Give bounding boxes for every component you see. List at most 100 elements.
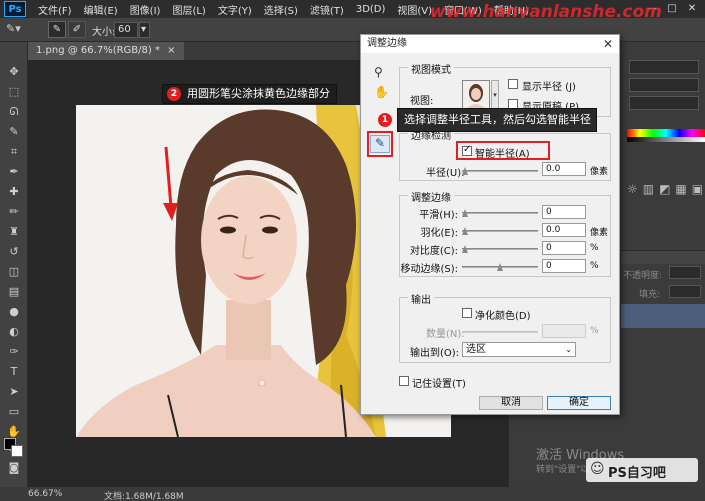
output-to-label: 输出到(O): <box>410 348 460 359</box>
feather-slider-knob[interactable] <box>462 227 468 235</box>
feather-label: 羽化(E): <box>420 228 459 239</box>
color-value-r[interactable] <box>629 60 699 74</box>
eyedropper-tool-icon[interactable]: ✒ <box>5 164 23 180</box>
active-layer-row[interactable] <box>621 304 705 328</box>
quick-select-tool-icon[interactable]: ✎ <box>5 124 23 140</box>
gradient-tool-icon[interactable]: ▤ <box>5 284 23 300</box>
contrast-unit: % <box>590 243 599 253</box>
path-select-tool-icon[interactable]: ➤ <box>5 384 23 400</box>
contrast-label: 对比度(C): <box>409 246 458 257</box>
document-tab-close[interactable]: × <box>167 45 175 56</box>
brush-subtract-icon[interactable]: ✐ <box>68 21 86 38</box>
output-group: 输出 净化颜色(D) 数量(N): % 输出到(O): 选区 ⌄ <box>399 291 611 363</box>
crop-tool-icon[interactable]: ⌗ <box>5 144 23 160</box>
output-to-dropdown-icon: ⌄ <box>565 345 572 354</box>
size-input[interactable]: 60 <box>114 22 138 38</box>
size-dropdown-icon[interactable]: ▾ <box>139 22 150 38</box>
shift-edge-input[interactable]: 0 <box>542 259 586 273</box>
feather-slider[interactable] <box>462 227 538 235</box>
color-value-b[interactable] <box>629 96 699 110</box>
feather-input[interactable]: 0.0 <box>542 223 586 237</box>
step-1-badge: 1 <box>378 113 392 127</box>
color-value-g[interactable] <box>629 78 699 92</box>
cancel-button[interactable]: 取消 <box>479 396 543 410</box>
tools-panel: ✥ ⬚ ᘏ ✎ ⌗ ✒ ✚ ✏ ♜ ↺ ◫ ▤ ● ◐ ✑ T ➤ ▭ ✋ 🔍︎… <box>0 42 28 487</box>
lasso-tool-icon[interactable]: ᘏ <box>5 104 23 120</box>
smooth-slider-knob[interactable] <box>462 209 468 217</box>
quick-mask-icon[interactable]: ◙ <box>5 460 23 476</box>
refine-radius-highlight <box>367 131 393 157</box>
grayscale-bar[interactable] <box>627 137 705 142</box>
adjustments-icons[interactable]: ☼▥◩▦▣▧▩◧ <box>627 182 705 212</box>
menu-layer[interactable]: 图层(L) <box>172 2 205 17</box>
contrast-input[interactable]: 0 <box>542 241 586 255</box>
healing-tool-icon[interactable]: ✚ <box>5 184 23 200</box>
type-tool-icon[interactable]: T <box>5 364 23 380</box>
menu-filter[interactable]: 滤镜(T) <box>310 2 344 17</box>
history-brush-icon[interactable]: ↺ <box>5 244 23 260</box>
shift-edge-slider[interactable] <box>462 263 538 271</box>
zoom-tool-icon[interactable]: ⚲ <box>374 65 383 79</box>
dodge-tool-icon[interactable]: ◐ <box>5 324 23 340</box>
amount-slider <box>462 331 538 333</box>
brush-tool-icon[interactable]: ✏ <box>5 204 23 220</box>
output-title: 输出 <box>408 291 434 306</box>
feather-unit: 像素 <box>590 228 609 238</box>
shape-tool-icon[interactable]: ▭ <box>5 404 23 420</box>
menu-3d[interactable]: 3D(D) <box>356 4 386 15</box>
menu-select[interactable]: 选择(S) <box>264 2 298 17</box>
fill-input[interactable] <box>669 285 701 298</box>
smooth-input[interactable]: 0 <box>542 205 586 219</box>
output-to-select[interactable]: 选区 ⌄ <box>462 342 576 357</box>
shift-edge-slider-knob[interactable] <box>497 263 503 271</box>
size-label: 大小: <box>92 27 116 38</box>
stamp-tool-icon[interactable]: ♜ <box>5 224 23 240</box>
radius-input[interactable]: 0.0 <box>542 162 586 176</box>
marquee-tool-icon[interactable]: ⬚ <box>5 84 23 100</box>
photoshop-logo: Ps <box>4 1 26 17</box>
view-thumbnail[interactable] <box>462 80 490 110</box>
menu-image[interactable]: 图像(I) <box>130 2 161 17</box>
dialog-close-button[interactable]: ✕ <box>603 35 613 53</box>
wechat-icon: ☺ <box>590 461 605 477</box>
menu-view[interactable]: 视图(V) <box>397 2 432 17</box>
shift-edge-label: 移动边缘(S): <box>400 264 458 275</box>
contrast-slider-knob[interactable] <box>462 245 468 253</box>
background-color-swatch[interactable] <box>11 445 23 457</box>
move-tool-icon[interactable]: ✥ <box>5 64 23 80</box>
radius-slider[interactable] <box>462 167 538 175</box>
ok-button[interactable]: 确定 <box>547 396 611 410</box>
hand-tool-icon[interactable]: ✋ <box>374 85 389 99</box>
menu-type[interactable]: 文字(Y) <box>218 2 252 17</box>
menu-edit[interactable]: 编辑(E) <box>84 2 118 17</box>
tool-preset-icon[interactable]: ✎▾ <box>6 22 21 35</box>
adjust-edge-group: 调整边缘 平滑(H): 0 羽化(E): 0.0 像素 对比度(C): 0 % … <box>399 189 611 277</box>
shift-edge-unit: % <box>590 261 599 271</box>
step-1-text: 选择调整半径工具，然后勾选智能半径 <box>404 113 591 126</box>
maximize-button[interactable]: □ <box>664 2 680 16</box>
view-label: 视图: <box>410 96 434 107</box>
zoom-level[interactable]: 66.67% <box>28 489 62 499</box>
document-info: 文档:1.68M/1.68M <box>104 492 184 501</box>
decontaminate-checkbox[interactable] <box>462 308 472 318</box>
edge-detection-group: 边缘检测 智能半径(A) 半径(U): 0.0 像素 <box>399 127 611 181</box>
brush-add-icon[interactable]: ✎ <box>48 21 66 38</box>
opacity-input[interactable] <box>669 266 701 279</box>
refine-edge-dialog: 调整边缘 ✕ ⚲ ✋ ✎ 视图模式 视图: ▾ 显示半径 (J) 边缘检测 ✓ … <box>360 34 620 415</box>
smooth-slider[interactable] <box>462 209 538 217</box>
amount-label: 数量(N): <box>426 329 465 340</box>
color-spectrum-bar[interactable] <box>627 129 705 137</box>
close-window-button[interactable]: ✕ <box>684 2 700 16</box>
radius-unit: 像素 <box>590 167 609 177</box>
document-tab[interactable]: 1.png @ 66.7%(RGB/8) * × <box>28 42 184 60</box>
view-thumbnail-portrait <box>463 81 489 109</box>
view-dropdown-icon[interactable]: ▾ <box>491 80 499 110</box>
menu-file[interactable]: 文件(F) <box>38 2 72 17</box>
contrast-slider[interactable] <box>462 245 538 253</box>
pen-tool-icon[interactable]: ✑ <box>5 344 23 360</box>
remember-settings-checkbox[interactable] <box>399 376 409 386</box>
show-radius-checkbox[interactable] <box>508 79 518 89</box>
opacity-label: 不透明度: <box>623 271 663 281</box>
eraser-tool-icon[interactable]: ◫ <box>5 264 23 280</box>
blur-tool-icon[interactable]: ● <box>5 304 23 320</box>
